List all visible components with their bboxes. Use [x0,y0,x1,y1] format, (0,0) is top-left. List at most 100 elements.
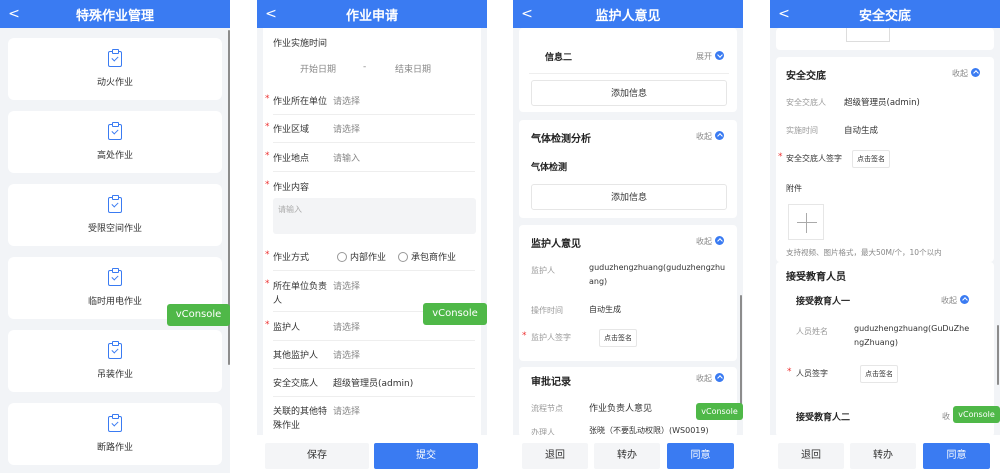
node-key: 流程节点 [531,404,563,413]
unit-select[interactable]: 请选择 [333,94,360,107]
agree-button[interactable]: 同意 [923,443,990,469]
back-icon[interactable]: < [263,4,279,24]
work-card-confined[interactable]: 受限空间作业 [8,184,222,246]
divider [273,270,475,271]
work-card-lifting[interactable]: 吊装作业 [8,330,222,392]
required-mark: * [265,122,270,132]
required-mark: * [778,152,783,162]
guardian-title: 监护人意见 [531,239,581,250]
vconsole-button[interactable]: vConsole [423,303,487,325]
clipboard-icon [108,194,122,213]
gas-section: 气体检测分析 收起 气体检测 添加信息 [519,120,737,218]
upload-plus-icon[interactable] [788,204,824,240]
expand-toggle[interactable]: 展开 [696,51,724,62]
gas-collapse-toggle[interactable]: 收起 [696,131,724,142]
sign-key: 安全交底人签字 [786,154,842,163]
required-mark: * [265,151,270,161]
info2-row[interactable]: 信息二 展开 [529,40,729,74]
vconsole-button[interactable]: vConsole [696,403,743,420]
work-card-label: 临时用电作业 [87,296,142,307]
approval-title: 审批记录 [531,377,571,388]
back-button[interactable]: 退回 [522,443,588,469]
back-button[interactable]: 退回 [778,443,844,469]
vconsole-button[interactable]: vConsole [167,304,230,326]
area-select[interactable]: 请选择 [333,122,360,135]
time-label: 作业实施时间 [273,39,328,49]
work-apply-screen: < 作业申请 作业实施时间 开始日期 - 结束日期 * 作业所在单位 请选择 * 作业… [257,0,487,473]
guardian-sign-button[interactable]: 点击签名 [599,329,637,347]
divider [273,142,475,143]
optime-key: 操作时间 [531,306,563,315]
work-card-label: 吊装作业 [96,369,133,380]
collapse-label: 收起 [696,237,712,246]
owner-label: 所在单位负责 [273,282,328,292]
save-button[interactable]: 保存 [265,443,369,469]
vconsole-button[interactable]: vConsole [953,406,1000,423]
work-card-height[interactable]: 高处作业 [8,111,222,173]
scrollbar[interactable] [997,325,999,385]
transfer-button[interactable]: 转办 [850,443,916,469]
image-thumbnail[interactable] [846,28,890,42]
sign-key: 监护人签字 [531,333,571,342]
nav-bar: < 作业申请 [257,0,487,28]
radio-contractor[interactable]: 承包商作业 [398,250,456,263]
content-textarea[interactable]: 请输入 [273,198,476,234]
guardian-select[interactable]: 请选择 [333,320,360,333]
chevron-up-icon [715,373,724,382]
location-label: 作业地点 [273,154,310,164]
chevron-up-icon [960,295,969,304]
collapse-label: 收起 [696,374,712,383]
person-key: 安全交底人 [786,98,826,107]
work-card-road[interactable]: 断路作业 [8,403,222,465]
guardian-value: guduzhengzhuang(guduzhengzhu [589,263,726,272]
edu1-card: 接受教育人一 收起 人员姓名 guduzhengzhuang(GuDuZhe n… [786,286,986,386]
action-bar: 保存 提交 [257,435,487,473]
back-icon[interactable]: < [776,4,792,24]
safety-sign-button[interactable]: 点击签名 [852,150,890,168]
method-label: 作业方式 [273,253,310,263]
clipboard-icon [108,121,122,140]
attach-hint: 支持视频、图片格式，最大50M/个，10个以内 [786,248,942,257]
person-sign-button[interactable]: 点击签名 [860,365,898,383]
agree-button[interactable]: 同意 [667,443,734,469]
required-mark: * [265,320,270,330]
edu2-title: 接受教育人二 [796,413,851,423]
work-card-label: 高处作业 [96,150,133,161]
safety-collapse-toggle[interactable]: 收起 [952,68,980,79]
clipboard-icon [108,267,122,286]
clipboard-icon [108,48,122,67]
node-value: 作业负责人意见 [589,404,653,414]
guardian-collapse-toggle[interactable]: 收起 [696,236,724,247]
person-sign-key: 人员签字 [796,369,828,378]
radio-internal[interactable]: 内部作业 [337,250,386,263]
add-gas-info-button[interactable]: 添加信息 [531,184,727,210]
other-guardian-select[interactable]: 请选择 [333,348,360,361]
add-info-button[interactable]: 添加信息 [531,80,727,106]
required-mark: * [522,331,527,341]
unit-label: 作业所在单位 [273,97,328,107]
scrollbar[interactable] [740,295,742,410]
required-mark: * [265,250,270,260]
approval-collapse-toggle[interactable]: 收起 [696,373,724,384]
edu1-collapse-toggle[interactable]: 收起 [941,295,969,306]
owner-label-cont: 人 [273,296,283,306]
transfer-button[interactable]: 转办 [594,443,660,469]
related-select[interactable]: 请选择 [333,404,360,417]
end-date-input[interactable]: 结束日期 [395,62,431,75]
back-icon[interactable]: < [519,4,535,24]
location-input[interactable]: 请输入 [333,151,360,164]
safety-title: 安全交底 [786,71,826,82]
date-dash: - [363,62,367,72]
edu-title: 接受教育人员 [786,272,846,283]
work-card-fire[interactable]: 动火作业 [8,38,222,100]
start-date-input[interactable]: 开始日期 [300,62,336,75]
info-section: 信息二 展开 添加信息 [519,28,737,112]
owner-select[interactable]: 请选择 [333,279,360,292]
edu2-collapse-toggle[interactable]: 收 [942,411,950,422]
submit-button[interactable]: 提交 [374,443,478,469]
page-title: 监护人意见 [595,8,661,24]
back-icon[interactable]: < [6,4,22,24]
work-card-label: 断路作业 [96,442,133,453]
time-key: 实施时间 [786,126,818,135]
radio-label: 内部作业 [350,253,387,263]
